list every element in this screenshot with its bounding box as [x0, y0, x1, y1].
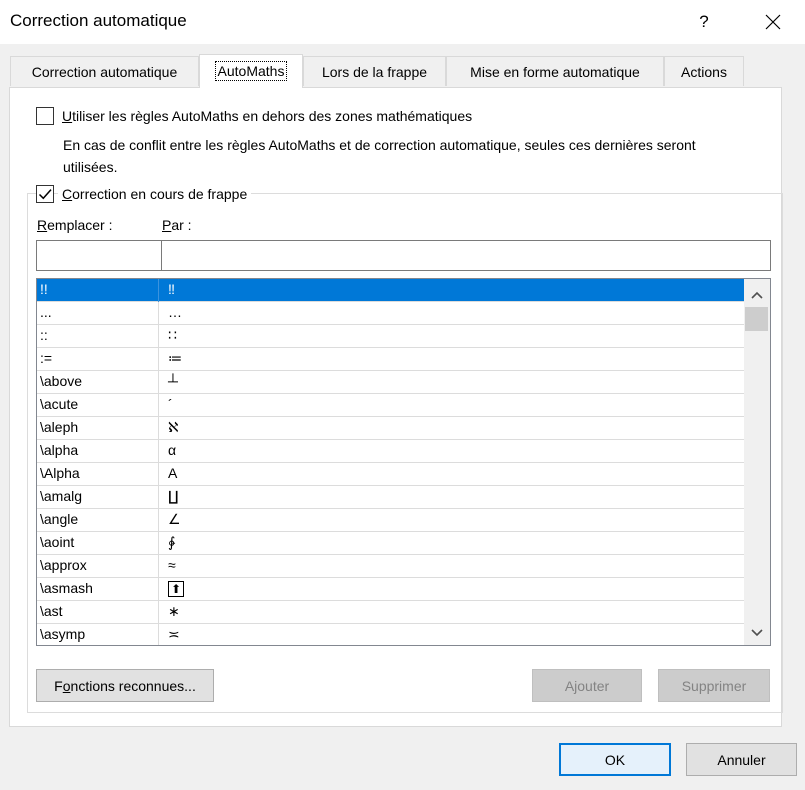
- scroll-thumb[interactable]: [745, 307, 768, 331]
- replace-input[interactable]: [36, 240, 162, 271]
- replace-as-type-label[interactable]: Correction en cours de frappe: [58, 186, 252, 202]
- autocorrect-dialog: Correction automatique ? Correction auto…: [0, 0, 805, 790]
- scroll-up-button[interactable]: [744, 283, 770, 307]
- outside-math-checkbox[interactable]: [36, 107, 54, 125]
- list-item[interactable]: \acute ´: [37, 394, 744, 417]
- help-button[interactable]: ?: [684, 6, 724, 38]
- automaths-list[interactable]: !! ‼ ...… :: ∷ := ≔ \above ┴ \acute ´ \aleph ℵ…: [36, 278, 771, 646]
- scroll-down-button[interactable]: [744, 621, 770, 645]
- close-icon: [765, 14, 781, 30]
- list-item[interactable]: !! ‼: [37, 279, 744, 302]
- tab-strip: Correction automatique AutoMaths Lors de…: [0, 54, 805, 88]
- list-item[interactable]: \approx ≈: [37, 555, 744, 578]
- list-scrollbar[interactable]: [744, 279, 770, 645]
- list-item[interactable]: \alpha α: [37, 440, 744, 463]
- title-bar: Correction automatique ?: [0, 0, 805, 44]
- list-item[interactable]: ...…: [37, 302, 744, 325]
- delete-button[interactable]: Supprimer: [658, 669, 770, 702]
- conflict-note-line1: En cas de conflit entre les règles AutoM…: [63, 137, 696, 153]
- checkmark-icon: [38, 189, 52, 200]
- recognized-functions-button[interactable]: Fo nctions reconnues...: [36, 669, 214, 702]
- list-item[interactable]: \amalg ∐: [37, 486, 744, 509]
- outside-math-label[interactable]: Utiliser les règles AutoMaths en dehors …: [62, 108, 472, 124]
- list-item[interactable]: \asymp ≍: [37, 624, 744, 645]
- conflict-note-line2: utilisées.: [63, 159, 118, 175]
- replace-label: Remplacer :: [37, 217, 113, 233]
- replace-as-type-checkbox[interactable]: [36, 185, 54, 203]
- list-item[interactable]: \aoint ∳: [37, 532, 744, 555]
- list-item[interactable]: \ast ∗: [37, 601, 744, 624]
- add-button[interactable]: Ajouter: [532, 669, 642, 702]
- tab-automaths[interactable]: AutoMaths: [199, 54, 303, 88]
- list-item[interactable]: \above ┴: [37, 371, 744, 394]
- ok-button[interactable]: OK: [559, 743, 671, 776]
- close-button[interactable]: [753, 6, 793, 38]
- list-item[interactable]: \aleph ℵ: [37, 417, 744, 440]
- list-item[interactable]: \angle ∠: [37, 509, 744, 532]
- with-input[interactable]: [161, 240, 771, 271]
- tab-autocorrect[interactable]: Correction automatique: [10, 56, 199, 86]
- tab-actions[interactable]: Actions: [664, 56, 744, 86]
- dialog-title: Correction automatique: [10, 11, 187, 30]
- tab-as-you-type[interactable]: Lors de la frappe: [303, 56, 446, 86]
- list-item[interactable]: :: ∷: [37, 325, 744, 348]
- list-item[interactable]: \Alpha Α: [37, 463, 744, 486]
- chevron-up-icon: [751, 291, 763, 299]
- list-item[interactable]: := ≔: [37, 348, 744, 371]
- chevron-down-icon: [751, 629, 763, 637]
- tab-autoformat[interactable]: Mise en forme automatique: [446, 56, 664, 86]
- with-label: Par :: [162, 217, 192, 233]
- list-item[interactable]: \asmash ⬆: [37, 578, 744, 601]
- cancel-button[interactable]: Annuler: [686, 743, 797, 776]
